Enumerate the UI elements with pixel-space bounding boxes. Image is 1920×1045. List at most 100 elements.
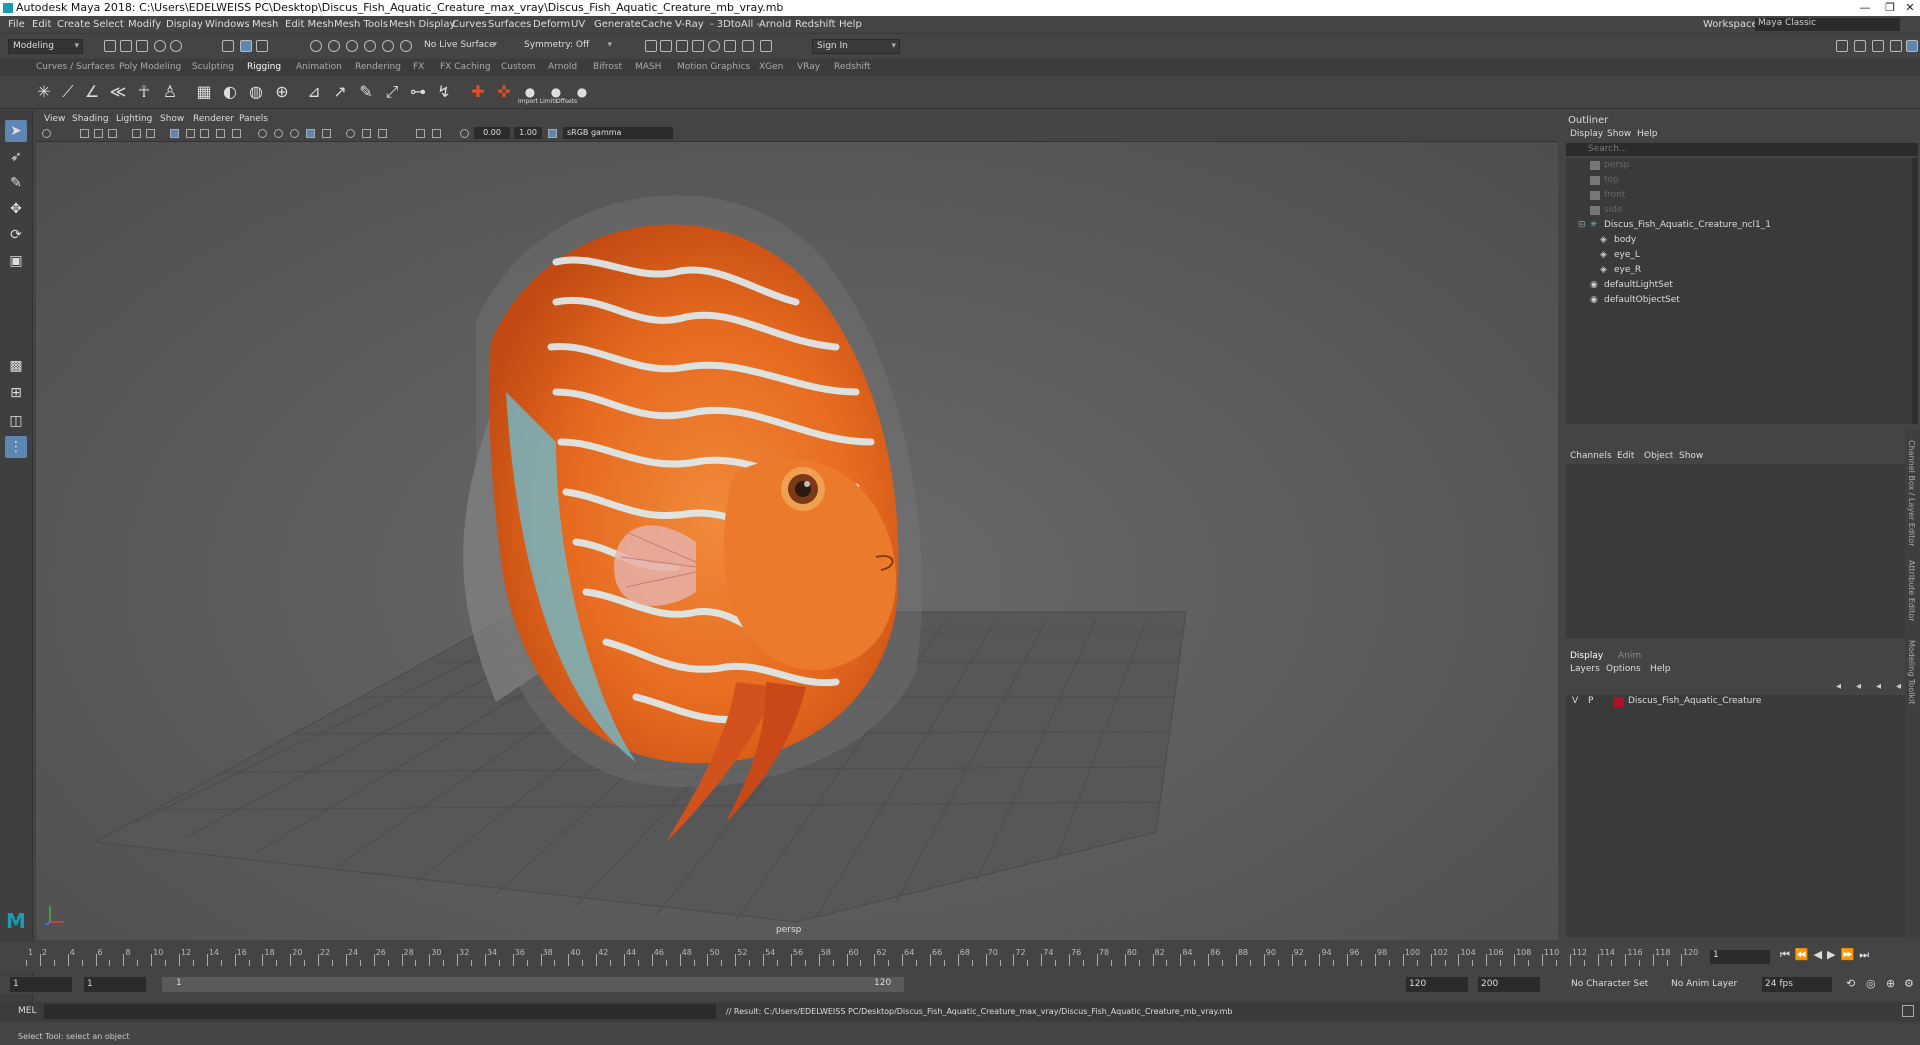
motion-blur-icon[interactable]	[346, 129, 355, 138]
lights-icon[interactable]	[258, 129, 267, 138]
outliner-menu-show[interactable]: Show	[1607, 129, 1631, 139]
menu-modify[interactable]: Modify	[128, 19, 161, 30]
depth-of-field-icon[interactable]	[378, 129, 387, 138]
new-layer-selected-icon[interactable]: ◂	[1896, 681, 1901, 692]
layer-tab-display[interactable]: Display	[1570, 651, 1603, 661]
save-scene-icon[interactable]	[136, 40, 148, 52]
collapse-icon[interactable]: ⊟	[1578, 218, 1586, 233]
outliner-item-persp[interactable]: persp	[1566, 158, 1912, 173]
gate-mask-icon[interactable]	[146, 129, 155, 138]
quick-rig-icon[interactable]: ☥	[134, 82, 154, 102]
outliner-item-eye-r[interactable]: ◈ eye_R	[1566, 263, 1912, 278]
new-scene-icon[interactable]	[104, 40, 116, 52]
menu-mesh-tools[interactable]: Mesh Tools	[334, 19, 388, 30]
vp-menu-renderer[interactable]: Renderer	[193, 114, 234, 124]
insert-joint-icon[interactable]: ⟋	[58, 82, 78, 102]
menu-mesh-display[interactable]: Mesh Display	[389, 19, 455, 30]
outliner-item-top[interactable]: top	[1566, 173, 1912, 188]
live-surface-dropdown[interactable]: No Live Surface	[420, 39, 500, 54]
redo-icon[interactable]	[170, 40, 182, 52]
grid-toggle-icon[interactable]	[170, 129, 179, 138]
select-hierarchy-icon[interactable]	[222, 40, 234, 52]
point-constraint-icon[interactable]: ✚	[468, 82, 488, 102]
copy-weights-icon[interactable]: ⊶	[408, 82, 428, 102]
vp-menu-shading[interactable]: Shading	[72, 114, 109, 124]
xray-icon[interactable]	[306, 129, 315, 138]
color-management-icon[interactable]	[548, 129, 557, 138]
playback-controls[interactable]: ⏮⏪◀▶⏩⏭	[1780, 948, 1874, 962]
current-frame-field[interactable]: 1	[1710, 950, 1770, 964]
snap-point-icon[interactable]	[346, 40, 358, 52]
shelf-tab-mash[interactable]: MASH	[635, 62, 661, 72]
tab-attribute-editor[interactable]: Attribute Editor	[1907, 560, 1916, 622]
soft-mod-icon[interactable]: ⊕	[272, 82, 292, 102]
shelf-tab-rendering[interactable]: Rendering	[355, 62, 401, 72]
rotate-tool-icon[interactable]: ⟳	[5, 224, 27, 246]
shelf-tab-motion-graphics[interactable]: Motion Graphics	[677, 62, 750, 72]
fps-dropdown[interactable]: 24 fps	[1762, 977, 1832, 992]
menu-redshift[interactable]: Redshift	[795, 19, 836, 30]
menu-file[interactable]: File	[8, 19, 25, 30]
layer-menu-help[interactable]: Help	[1650, 664, 1671, 674]
bookmark-icon[interactable]	[94, 129, 103, 138]
channel-box-toggle-icon[interactable]	[1906, 40, 1918, 52]
anim-layer-dropdown[interactable]: No Anim Layer	[1668, 977, 1754, 992]
menu-cache[interactable]: Cache	[641, 19, 672, 30]
vray-render-icon[interactable]	[742, 40, 754, 52]
shelf-tab-arnold[interactable]: Arnold	[548, 62, 577, 72]
undo-icon[interactable]	[154, 40, 166, 52]
lattice-icon[interactable]: ▦	[194, 82, 214, 102]
vp-menu-view[interactable]: View	[44, 114, 65, 124]
select-tool-icon[interactable]: ➤	[5, 120, 27, 142]
paint-weights-icon[interactable]: ✎	[356, 82, 376, 102]
exposure-icon[interactable]	[460, 129, 469, 138]
script-editor-icon[interactable]	[1902, 1005, 1914, 1017]
persp-outliner-icon[interactable]: ◫	[5, 410, 27, 432]
outliner-search-input[interactable]: Search...	[1566, 143, 1918, 156]
menu-curves[interactable]: Curves	[452, 19, 487, 30]
shelf-tab-fx-caching[interactable]: FX Caching	[440, 62, 491, 72]
anti-alias-icon[interactable]	[362, 129, 371, 138]
range-bar[interactable]: 1 120	[162, 977, 904, 992]
menu-3dtoall[interactable]: - 3DtoAll -	[710, 19, 760, 30]
outliner-item-object-set[interactable]: ◉ defaultObjectSet	[1566, 293, 1912, 308]
auto-key-icon[interactable]: ⊕	[1886, 977, 1895, 990]
layer-tab-anim[interactable]: Anim	[1618, 651, 1641, 661]
symmetry-dropdown[interactable]: Symmetry: Off	[520, 39, 615, 54]
tab-modeling-toolkit[interactable]: Modeling Toolkit	[1907, 640, 1916, 704]
snap-view-icon[interactable]	[382, 40, 394, 52]
gamma-field[interactable]: 1.00	[514, 127, 542, 139]
color-space-dropdown[interactable]: sRGB gamma	[563, 127, 673, 139]
exposure-field[interactable]: 0.00	[474, 127, 510, 139]
layout-icon[interactable]: ⋮	[5, 436, 27, 458]
shelf-tab-redshift[interactable]: Redshift	[834, 62, 871, 72]
four-view-icon[interactable]: ⊞	[5, 382, 27, 404]
wireframe-icon[interactable]	[186, 129, 195, 138]
joint-tool-icon[interactable]: ✳	[34, 82, 54, 102]
new-layer-icon[interactable]: ◂	[1876, 681, 1881, 692]
snap-curve-icon[interactable]	[328, 40, 340, 52]
outliner-item-front[interactable]: front	[1566, 188, 1912, 203]
menu-select[interactable]: Select	[93, 19, 124, 30]
character-set-dropdown[interactable]: No Character Set	[1568, 977, 1654, 992]
menu-display[interactable]: Display	[166, 19, 203, 30]
camera-select-icon[interactable]	[42, 129, 51, 138]
prefs-icon[interactable]: ⚙	[1904, 977, 1914, 990]
channel-menu-object[interactable]: Object	[1644, 451, 1673, 461]
outliner-item-body[interactable]: ◈ body	[1566, 233, 1912, 248]
menu-create[interactable]: Create	[57, 19, 90, 30]
command-input[interactable]	[44, 1004, 716, 1019]
shelf-tab-vray[interactable]: VRay	[797, 62, 820, 72]
resolution-gate-icon[interactable]	[132, 129, 141, 138]
smooth-weights-icon[interactable]: ↯	[434, 82, 454, 102]
menu-edit-mesh[interactable]: Edit Mesh	[285, 19, 334, 30]
layer-menu-options[interactable]: Options	[1606, 664, 1641, 674]
workspace-select[interactable]: Maya Classic	[1755, 18, 1900, 31]
textured-icon[interactable]	[232, 129, 241, 138]
menu-surfaces[interactable]: Surfaces	[488, 19, 531, 30]
detach-skin-icon[interactable]: ↗	[330, 82, 350, 102]
render-current-icon[interactable]	[676, 40, 688, 52]
viewport-panel[interactable]: View Shading Lighting Show Renderer Pane…	[36, 113, 1558, 940]
shelf-tab-sculpting[interactable]: Sculpting	[192, 62, 234, 72]
construction-history-icon[interactable]	[645, 40, 657, 52]
